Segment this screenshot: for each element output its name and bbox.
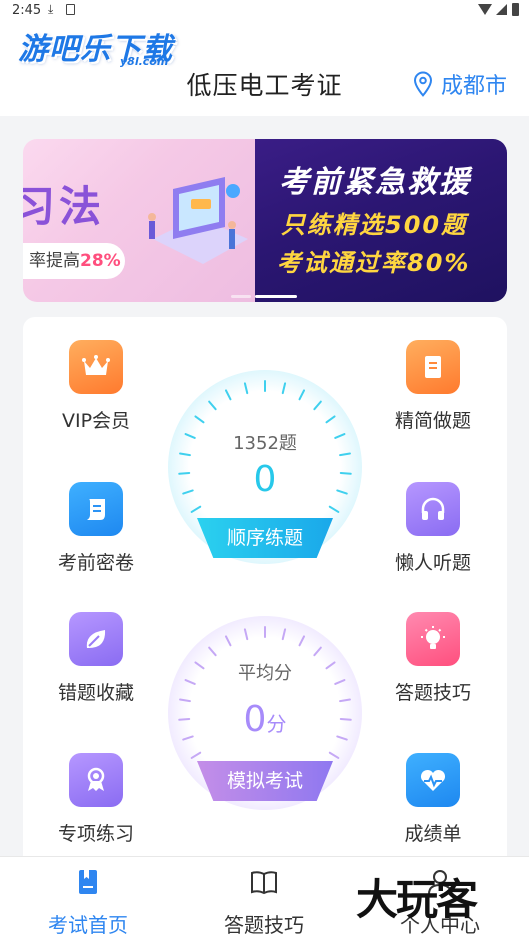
exam-secret-paper-label: 考前密卷 (57, 552, 134, 574)
mistake-collection-label: 错题收藏 (57, 682, 134, 704)
tab-answer-tips-label: 答题技巧 (224, 913, 304, 937)
award-badge-icon (69, 753, 123, 807)
banner-slide-current: 考前紧急救援 只练精选500题 考试通过率80% (255, 139, 507, 302)
tab-exam-home-label: 考试首页 (48, 913, 128, 937)
special-practice-button[interactable]: 专项练习 (36, 753, 156, 846)
banner-pagination (231, 295, 297, 298)
banner-slide-previous: 习法 率提高28% (23, 139, 255, 302)
score-unit: 分 (266, 712, 287, 736)
exam-secret-paper-button[interactable]: 考前密卷 (36, 482, 156, 575)
tab-exam-home[interactable]: 考试首页 (0, 867, 176, 938)
banner-pill-value: 28% (80, 251, 121, 271)
banner-pill-prefix: 率提高 (29, 251, 80, 271)
promo-banner[interactable]: 习法 率提高28% 考前紧急救援 只练精选500题 考试通过率80% (23, 139, 507, 302)
average-score-value: 0分 (165, 699, 365, 740)
lazy-listening-label: 懒人听题 (394, 552, 471, 574)
banner-dot-active (255, 295, 297, 298)
practice-question-count: 1352题 (233, 433, 297, 454)
wifi-icon (478, 4, 492, 15)
simplified-questions-label: 精简做题 (394, 410, 471, 432)
practice-progress-value: 0 (253, 459, 277, 500)
average-score-label: 平均分 (238, 663, 292, 684)
tab-answer-tips[interactable]: 答题技巧 (176, 867, 352, 938)
city-label: 成都市 (440, 74, 507, 99)
banner-subline-1: 只练精选500题 (281, 211, 468, 239)
bookmark-book-icon (79, 870, 97, 894)
site-logo: 游吧乐下载 y8l.com (18, 24, 188, 68)
status-time: 2:45 (12, 3, 42, 18)
banner-subline-2: 考试通过率80% (277, 249, 471, 277)
location-pin-icon (413, 71, 432, 97)
score-report-label: 成绩单 (404, 823, 462, 845)
battery-icon (512, 3, 519, 16)
mock-exam-button[interactable]: 模拟考试 (197, 761, 333, 801)
heart-pulse-icon (406, 753, 460, 807)
lightbulb-icon (406, 612, 460, 666)
banner-dot (231, 295, 251, 298)
practice-gauge[interactable]: 1352题 0 顺序练题 (165, 367, 365, 567)
vip-member-label: VIP会员 (61, 410, 131, 432)
crown-icon (69, 340, 123, 394)
score-report-button[interactable]: 成绩单 (373, 753, 493, 846)
special-practice-label: 专项练习 (57, 823, 134, 845)
banner-headline: 考前紧急救援 (279, 165, 471, 200)
average-score-number: 0 (243, 699, 267, 740)
headphones-icon (406, 482, 460, 536)
lazy-listening-button[interactable]: 懒人听题 (373, 482, 493, 575)
document-icon (406, 340, 460, 394)
simplified-questions-button[interactable]: 精简做题 (373, 340, 493, 433)
status-bar: 2:45 ⤓ (0, 0, 529, 22)
leaf-icon (69, 612, 123, 666)
exam-gauge[interactable]: 平均分 0分 模拟考试 (165, 613, 365, 813)
download-icon: ⤓ (48, 2, 54, 16)
laptop-illustration-icon (148, 177, 248, 264)
notification-icon (66, 4, 75, 15)
banner-rate-pill: 率提高28% (23, 243, 125, 279)
answer-tips-label: 答题技巧 (394, 682, 471, 704)
feature-card: VIP会员 考前密卷 错题收藏 专项练习 精简做题 懒人听题 答题技巧 成绩单 … (23, 317, 507, 877)
vip-member-button[interactable]: VIP会员 (36, 340, 156, 433)
answer-tips-button[interactable]: 答题技巧 (373, 612, 493, 705)
app-header: 游吧乐下载 y8l.com 低压电工考证 成都市 (0, 22, 529, 116)
signal-icon (496, 4, 507, 15)
watermark-logo: 大玩客 (356, 875, 478, 924)
sequential-practice-button[interactable]: 顺序练题 (197, 518, 333, 558)
city-selector[interactable]: 成都市 (413, 68, 507, 100)
mistake-collection-button[interactable]: 错题收藏 (36, 612, 156, 705)
open-book-icon (251, 871, 277, 895)
banner-left-title: 习法 (23, 182, 106, 231)
scroll-icon (69, 482, 123, 536)
